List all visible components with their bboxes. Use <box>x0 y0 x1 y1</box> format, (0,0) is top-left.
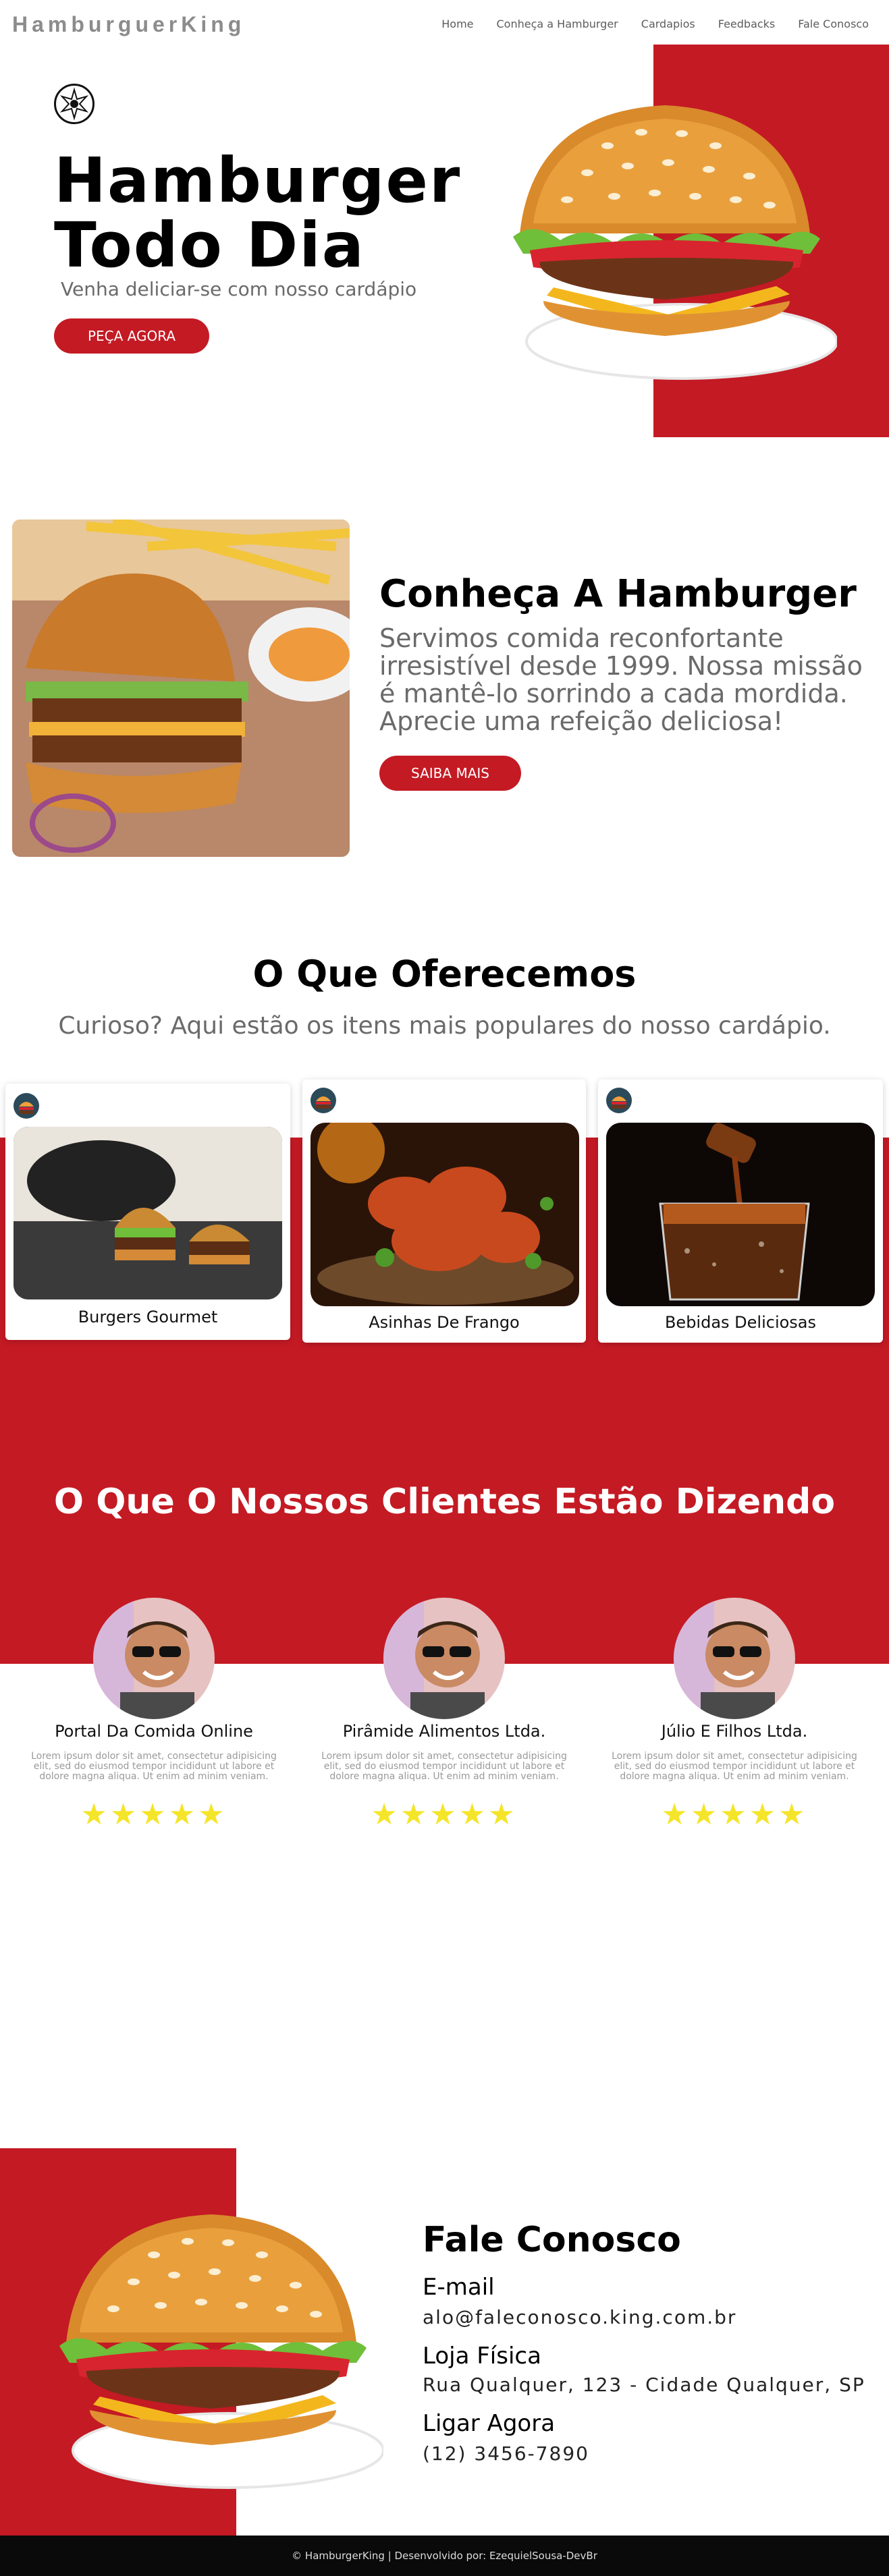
hero-title: Hamburger Todo Dia <box>54 148 461 278</box>
card-label: Asinhas De Frango <box>369 1313 520 1332</box>
testimonial-name: Portal Da Comida Online <box>55 1722 253 1741</box>
footer: © HamburgerKing | Desenvolvido por: Ezeq… <box>0 2536 889 2576</box>
nav-conheca[interactable]: Conheça a Hamburger <box>497 18 618 30</box>
offer-title: O Que Oferecemos <box>252 953 637 995</box>
store-label: Loja Física <box>423 2343 541 2370</box>
hero-subtitle: Venha deliciar-se com nosso cardápio <box>61 278 417 300</box>
card-label: Bebidas Deliciosas <box>664 1313 817 1332</box>
hero-burger-image <box>493 85 837 382</box>
menu-card-burgers[interactable]: Burgers Gourmet <box>5 1084 290 1340</box>
avatar <box>674 1598 795 1719</box>
testimonial-name: Júlio E Filhos Ltda. <box>661 1722 808 1741</box>
main-nav: Home Conheça a Hamburger Cardapios Feedb… <box>441 18 869 30</box>
star-rating: ★★★★★ <box>80 1797 227 1832</box>
nav-cardapios[interactable]: Cardapios <box>641 18 695 30</box>
burger-icon <box>606 1088 632 1113</box>
order-now-button[interactable]: PEÇA AGORA <box>54 318 209 354</box>
email-value[interactable]: alo@faleconosco.king.com.br <box>423 2306 736 2328</box>
drinks-photo <box>606 1123 875 1306</box>
store-address: Rua Qualquer, 123 - Cidade Qualquer, SP <box>423 2374 865 2396</box>
emblem-icon <box>54 84 95 124</box>
menu-card-drinks[interactable]: Bebidas Deliciosas <box>598 1080 883 1343</box>
testimonial-text: Lorem ipsum dolor sit amet, consectetur … <box>321 1751 567 1782</box>
wings-photo <box>311 1123 579 1306</box>
testimonial-name: Pirâmide Alimentos Ltda. <box>342 1722 546 1741</box>
learn-more-button[interactable]: SAIBA MAIS <box>379 756 521 791</box>
contact-burger-image <box>39 2194 383 2491</box>
contact-title: Fale Conosco <box>423 2220 681 2260</box>
hero-title-line1: Hamburger <box>54 144 462 217</box>
phone-label: Ligar Agora <box>423 2410 556 2437</box>
testimonial-text: Lorem ipsum dolor sit amet, consectetur … <box>31 1751 277 1782</box>
site-logo[interactable]: HamburguerKing <box>12 12 245 37</box>
star-rating: ★★★★★ <box>371 1797 518 1832</box>
burgers-photo <box>14 1127 282 1299</box>
testimonial-text: Lorem ipsum dolor sit amet, consectetur … <box>612 1751 857 1782</box>
menu-card-wings[interactable]: Asinhas De Frango <box>302 1080 586 1343</box>
nav-feedbacks[interactable]: Feedbacks <box>718 18 776 30</box>
email-label: E-mail <box>423 2274 495 2301</box>
about-burger-photo <box>12 520 350 857</box>
burger-icon <box>311 1088 336 1113</box>
about-title: Conheça A Hamburger <box>379 572 857 616</box>
testimonials-title: O Que O Nossos Clientes Estão Dizendo <box>53 1482 836 1522</box>
nav-fale-conosco[interactable]: Fale Conosco <box>798 18 869 30</box>
about-text: Servimos comida reconfortante irresistív… <box>379 623 863 736</box>
star-rating: ★★★★★ <box>661 1797 808 1832</box>
hero-title-line2: Todo Dia <box>54 209 365 281</box>
phone-value[interactable]: (12) 3456-7890 <box>423 2442 589 2465</box>
avatar <box>93 1598 215 1719</box>
footer-text: © HamburgerKing | Desenvolvido por: Ezeq… <box>292 2550 597 2562</box>
burger-icon <box>14 1093 39 1119</box>
offer-subtitle: Curioso? Aqui estão os itens mais popula… <box>58 1012 831 1040</box>
nav-home[interactable]: Home <box>441 18 473 30</box>
card-label: Burgers Gourmet <box>78 1308 218 1326</box>
avatar <box>383 1598 505 1719</box>
